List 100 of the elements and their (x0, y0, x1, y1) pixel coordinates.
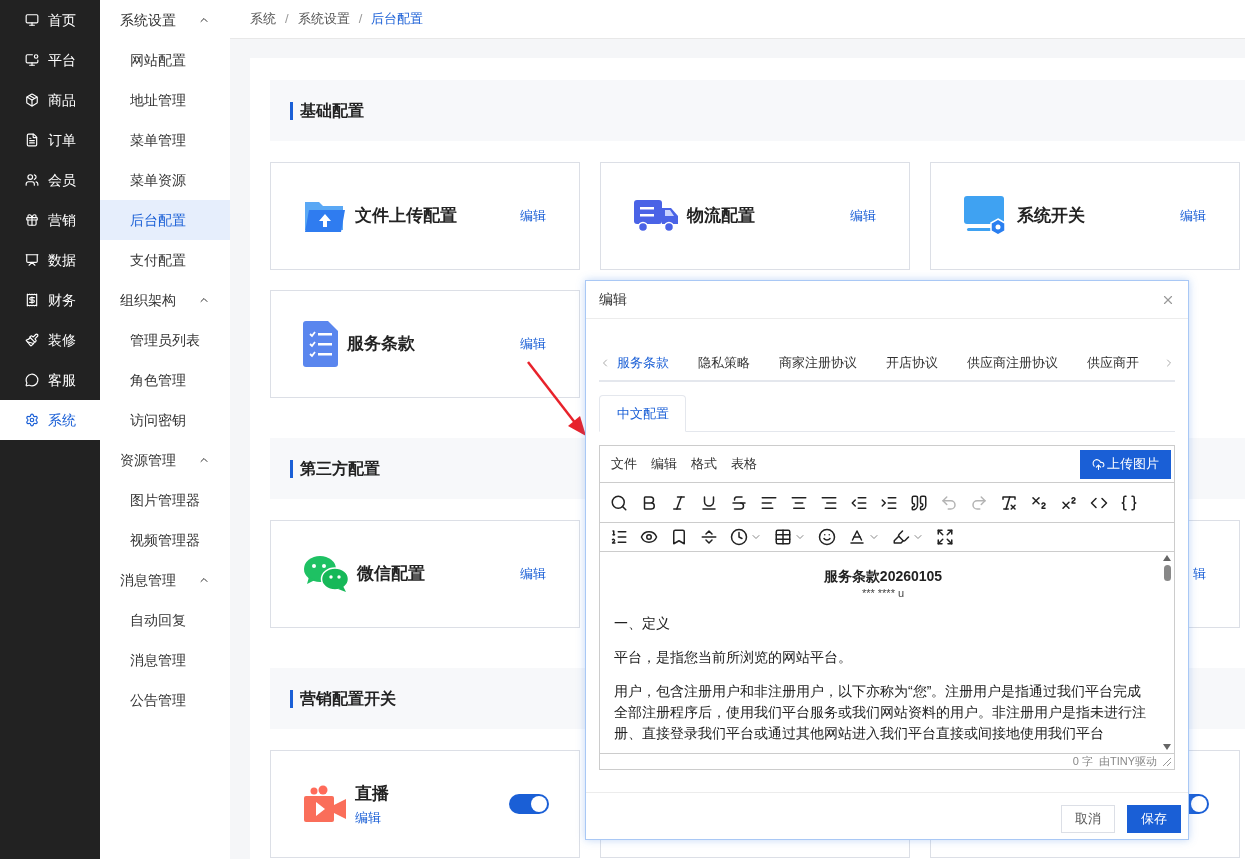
submenu-item[interactable]: 视频管理器 (100, 520, 230, 560)
save-button[interactable]: 保存 (1127, 805, 1181, 833)
text-color-icon[interactable] (848, 528, 866, 546)
breadcrumb-item[interactable]: 系统设置 (297, 9, 350, 29)
submenu-item[interactable]: 菜单管理 (100, 120, 230, 160)
italic-icon[interactable] (670, 493, 688, 512)
search-icon[interactable] (610, 493, 628, 512)
nav-item[interactable]: 财务 (0, 280, 100, 320)
nav-icon (25, 293, 39, 307)
bookmark-icon[interactable] (670, 528, 688, 546)
menu-item[interactable]: 文件 (611, 454, 637, 474)
highlighter-icon[interactable] (892, 528, 910, 546)
submenu-group[interactable]: 消息管理 (100, 560, 230, 600)
resize-handle-icon[interactable] (1163, 757, 1171, 766)
tab[interactable]: 供应商开 (1087, 346, 1139, 380)
card-title: 微信配置 (357, 563, 426, 586)
menu-item[interactable]: 格式 (691, 454, 717, 474)
tab[interactable]: 开店协议 (886, 346, 938, 380)
paragraph: 用户，包含注册用户和非注册用户，以下亦称为“您”。注册用户是指通过我们平台完成全部注册程序后，使用我们平台服务或我们网站资料的用户。非注册用户是指未进行注册、直接登录我们平台或通过其他网站进入我们平台直接或间接地使用我们平台 (614, 682, 1147, 743)
braces-icon[interactable] (1120, 493, 1138, 512)
underline-icon[interactable] (700, 493, 718, 512)
nav-item[interactable]: 数据 (0, 240, 100, 280)
paragraph: 一、定义 (614, 614, 671, 633)
table-icon[interactable] (774, 528, 792, 546)
menu-item[interactable]: 编辑 (651, 454, 677, 474)
scroll-up-icon[interactable] (1163, 555, 1171, 561)
section-title: 基础配置 (300, 100, 364, 121)
menu-item[interactable]: 表格 (731, 454, 757, 474)
paragraph: 平台，是指您当前所浏览的网站平台。 (614, 648, 853, 667)
nav-item[interactable]: 会员 (0, 160, 100, 200)
nav-item[interactable]: 系统 (0, 400, 100, 440)
section-title: 第三方配置 (300, 458, 380, 479)
video-camera-icon (303, 785, 347, 823)
powered-by-label: 由TINY驱动 (1098, 754, 1157, 770)
breadcrumb-separator: / (285, 10, 289, 29)
nav-icon (25, 413, 39, 427)
nav-icon (25, 253, 39, 267)
document-subtitle: *** **** u (860, 586, 906, 600)
edit-link[interactable]: 编辑 (520, 334, 546, 354)
scrollbar-thumb[interactable] (1163, 565, 1171, 581)
submenu-item[interactable]: 访问密钥 (100, 400, 230, 440)
breadcrumb-separator: / (358, 10, 363, 29)
edit-link[interactable]: 编辑 (1180, 206, 1206, 226)
page-break-icon[interactable] (700, 528, 718, 546)
clock-icon[interactable] (730, 528, 748, 546)
nav-icon (25, 213, 39, 227)
fullscreen-icon[interactable] (936, 528, 954, 546)
submenu-item[interactable]: 自动回复 (100, 600, 230, 640)
submenu-item[interactable]: 网站配置 (100, 40, 230, 80)
nav-item[interactable]: 商品 (0, 80, 100, 120)
chat-bubbles-icon (303, 555, 349, 593)
submenu-item[interactable]: 支付配置 (100, 240, 230, 280)
nav-icon (25, 13, 39, 27)
section-title: 营销配置开关 (300, 688, 396, 709)
truck-icon (633, 198, 679, 234)
toggle-switch[interactable] (509, 794, 549, 814)
submenu-item[interactable]: 公告管理 (100, 680, 230, 720)
quote-icon[interactable] (910, 493, 928, 512)
submenu-item[interactable]: 菜单资源 (100, 160, 230, 200)
submenu-item[interactable]: 后台配置 (100, 200, 230, 240)
checklist-document-icon (303, 321, 339, 367)
breadcrumb-item: 后台配置 (371, 10, 424, 29)
submenu-group[interactable]: 组织架构 (100, 280, 230, 320)
edit-link[interactable]: 辑 (1193, 564, 1206, 584)
tab[interactable]: 中文配置 (599, 395, 686, 432)
nav-item[interactable]: 客服 (0, 360, 100, 400)
submenu-item[interactable]: 图片管理器 (100, 480, 230, 520)
submenu-group[interactable]: 系统设置 (100, 0, 230, 40)
nav-icon (25, 133, 39, 147)
numbered-list-icon[interactable] (610, 528, 628, 546)
nav-icon (25, 333, 39, 347)
submenu-item[interactable]: 消息管理 (100, 640, 230, 680)
breadcrumb-item[interactable]: 系统 (250, 9, 276, 29)
submenu-group[interactable]: 资源管理 (100, 440, 230, 480)
nav-item[interactable]: 首页 (0, 0, 100, 40)
strikethrough-icon[interactable] (730, 493, 748, 512)
submenu-item[interactable]: 地址管理 (100, 80, 230, 120)
edit-link[interactable]: 编辑 (520, 206, 546, 226)
tab[interactable]: 供应商注册协议 (967, 346, 1058, 380)
tab[interactable]: 隐私策略 (698, 346, 750, 380)
nav-item[interactable]: 装修 (0, 320, 100, 360)
submenu-item[interactable]: 管理员列表 (100, 320, 230, 360)
cancel-button[interactable]: 取消 (1061, 805, 1115, 833)
eye-icon[interactable] (640, 528, 658, 546)
clear-format-icon[interactable] (1000, 493, 1018, 512)
upload-image-button[interactable]: 上传图片 (1080, 449, 1171, 479)
tab[interactable]: 商家注册协议 (779, 346, 857, 380)
nav-item[interactable]: 营销 (0, 200, 100, 240)
edit-link[interactable]: 编辑 (520, 564, 546, 584)
nav-icon (25, 53, 39, 67)
nav-icon (25, 93, 39, 107)
nav-item[interactable]: 订单 (0, 120, 100, 160)
edit-link[interactable]: 编辑 (850, 206, 876, 226)
card-title: 文件上传配置 (355, 205, 458, 228)
smiley-icon[interactable] (818, 528, 836, 546)
tab[interactable]: 服务条款 (617, 346, 669, 380)
editor-content[interactable]: 服务条款20260105 *** **** u 一、定义 平台，是指您当前所浏览的网站平台。 用户，包含注册用户和非注册用户，以下亦称为“您”。注册用户是指通过我们平台完成全部注册程序后，使用我们平台服务或我们网站资料的用户。非注册用户是指未进行注册、直接登录我们平台或通过其他网站进入我们平台直接或间接地使用我们平台 (600, 552, 1160, 753)
submenu-item[interactable]: 角色管理 (100, 360, 230, 400)
edit-link[interactable]: 编辑 (355, 808, 381, 828)
nav-item[interactable]: 平台 (0, 40, 100, 80)
